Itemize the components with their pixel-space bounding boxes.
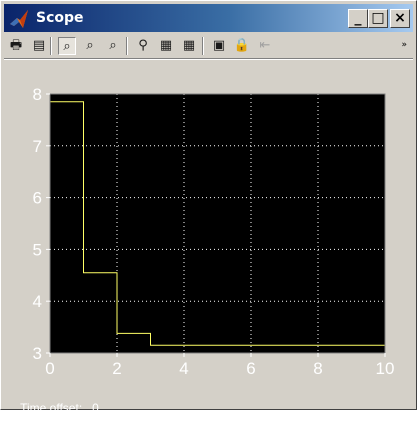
scope-chart: 3 4 5 6 7 8 0 2 4 6 8 10 [33, 85, 395, 378]
zoom-y-icon[interactable]: ⌕ [104, 37, 122, 55]
toolbar-separator [126, 37, 128, 55]
zoom-icon[interactable]: ⌕ [58, 37, 76, 55]
plot-background [50, 94, 385, 353]
close-button[interactable]: × [390, 9, 410, 28]
x-tick-label: 0 [45, 359, 54, 378]
restore-axes-icon[interactable]: ▦ [180, 37, 198, 55]
x-tick-label: 2 [112, 359, 121, 378]
parameters-icon[interactable]: ▤ [30, 37, 48, 55]
floating-scope-icon[interactable]: ▣ [210, 37, 228, 55]
scope-window: Scope _ □ × » 🖶 ▤ ⌕ ⌕ ⌕ ⚲ ▦ ▦ ▣ 🔒 ⇤ 3 4 5 6 7 8 0 2 4 6 8 10 … [0, 0, 417, 415]
scope-plot-area: 3 4 5 6 7 8 0 2 4 6 8 10 [4, 61, 413, 381]
signal-selection-icon[interactable]: ⇤ [256, 37, 274, 55]
y-tick-label: 7 [33, 137, 42, 156]
toolbar: » 🖶 ▤ ⌕ ⌕ ⌕ ⚲ ▦ ▦ ▣ 🔒 ⇤ [4, 34, 413, 59]
zoom-x-icon[interactable]: ⌕ [81, 37, 99, 55]
x-tick-label: 4 [179, 359, 188, 378]
minimize-button[interactable]: _ [348, 9, 368, 28]
lock-axes-icon[interactable]: 🔒 [233, 37, 251, 55]
time-offset-label: Time offset: [20, 401, 83, 415]
x-tick-label: 10 [376, 359, 395, 378]
autoscale-icon[interactable]: ⚲ [134, 37, 152, 55]
matlab-logo-icon [10, 10, 28, 28]
toolbar-separator [202, 37, 204, 55]
print-icon[interactable]: 🖶 [7, 37, 25, 55]
time-offset-readout: Time offset: 0 [7, 387, 109, 429]
window-title: Scope [36, 10, 84, 26]
toolbar-overflow-icon[interactable]: » [401, 40, 407, 50]
maximize-button[interactable]: □ [368, 9, 388, 28]
title-bar[interactable]: Scope _ □ × [4, 4, 413, 32]
y-tick-label: 6 [33, 189, 42, 208]
time-offset-value: 0 [92, 401, 99, 415]
y-tick-label: 3 [33, 344, 42, 363]
x-tick-label: 6 [246, 359, 255, 378]
toolbar-separator [50, 37, 52, 55]
x-tick-label: 8 [313, 359, 322, 378]
y-tick-label: 8 [33, 85, 42, 104]
save-axes-icon[interactable]: ▦ [157, 37, 175, 55]
y-tick-label: 4 [33, 292, 42, 311]
y-tick-label: 5 [33, 240, 42, 259]
